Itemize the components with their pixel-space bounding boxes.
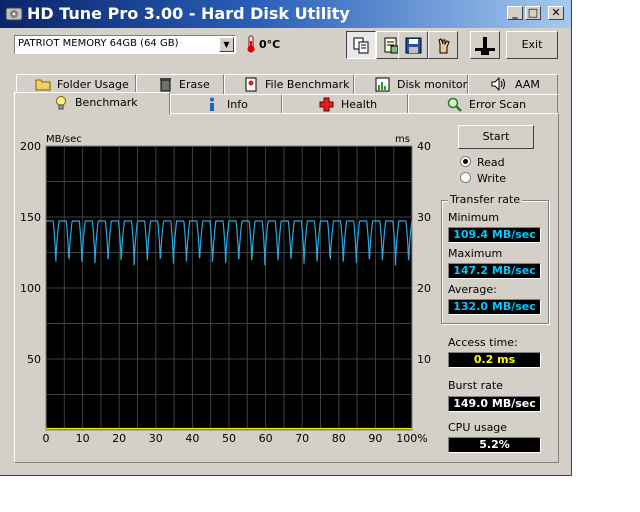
y-right-tick-label: 30 — [417, 211, 431, 224]
write-label: Write — [477, 172, 507, 185]
x-tick-label: 20 — [112, 432, 126, 445]
cpu-usage-label: CPU usage — [448, 421, 508, 434]
transfer-rate-title: Transfer rate — [448, 193, 523, 206]
lightbulb-icon — [56, 96, 66, 110]
x-tick-label: 40 — [185, 432, 199, 445]
x-tick-label: 50 — [222, 432, 236, 445]
tab-benchmark-label: Benchmark — [75, 96, 138, 109]
maximum-label: Maximum — [448, 247, 503, 260]
write-radio[interactable] — [460, 172, 471, 183]
y-left-tick-label: 150 — [20, 211, 41, 224]
y-right-tick-label: 40 — [417, 140, 431, 153]
x-tick-label: 0 — [43, 432, 50, 445]
cpu-usage-value: 5.2% — [448, 437, 541, 453]
x-tick-label: 70 — [295, 432, 309, 445]
x-tick-label: 10 — [76, 432, 90, 445]
average-value: 132.0 MB/sec — [448, 299, 541, 315]
minimum-value: 109.4 MB/sec — [448, 227, 541, 243]
maximum-value: 147.2 MB/sec — [448, 263, 541, 279]
read-label: Read — [477, 156, 505, 169]
average-label: Average: — [448, 283, 497, 296]
x-tick-label: 60 — [259, 432, 273, 445]
x-tick-label: 100% — [396, 432, 427, 445]
y-left-unit: MB/sec — [46, 134, 82, 145]
y-right-tick-label: 10 — [417, 353, 431, 366]
y-left-tick-label: 100 — [20, 282, 41, 295]
tab-benchmark[interactable]: Benchmark — [14, 92, 170, 114]
x-tick-label: 80 — [332, 432, 346, 445]
y-right-unit: ms — [395, 134, 410, 145]
main-window: HD Tune Pro 3.00 - Hard Disk Utility _ □… — [0, 0, 572, 476]
x-tick-label: 90 — [368, 432, 382, 445]
access-time-value: 0.2 ms — [448, 352, 541, 368]
y-left-tick-label: 200 — [20, 140, 41, 153]
access-time-label: Access time: — [448, 336, 518, 349]
y-right-tick-label: 20 — [417, 282, 431, 295]
x-tick-label: 30 — [149, 432, 163, 445]
burst-rate-value: 149.0 MB/sec — [448, 396, 541, 412]
y-left-tick-label: 50 — [27, 353, 41, 366]
minimum-label: Minimum — [448, 211, 499, 224]
read-radio[interactable] — [460, 156, 471, 167]
start-button[interactable]: Start — [458, 125, 534, 149]
burst-rate-label: Burst rate — [448, 379, 503, 392]
